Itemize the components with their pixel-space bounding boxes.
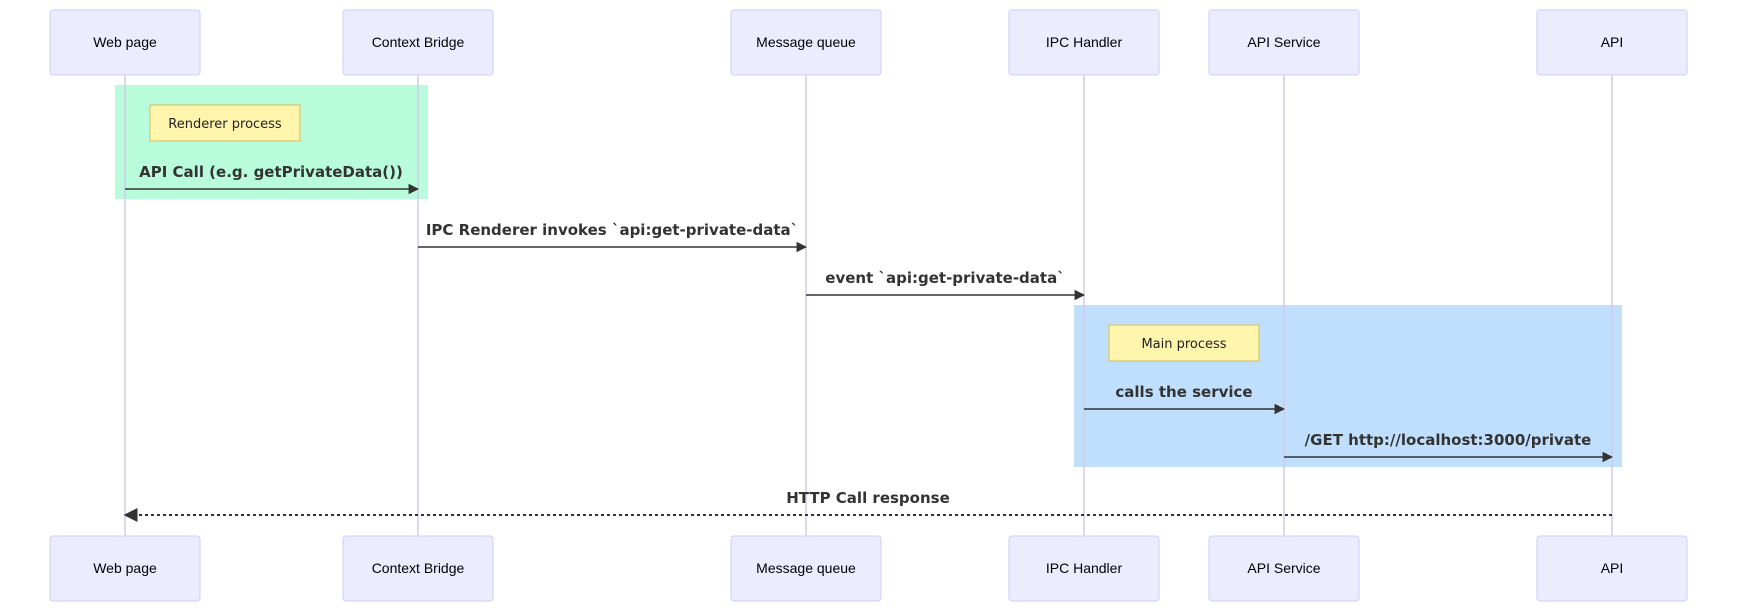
message-label: HTTP Call response (786, 489, 950, 507)
actor-label: API Service (1247, 34, 1320, 50)
actor-bottom-message-queue[interactable]: Message queue (730, 535, 882, 602)
actor-top-webpage[interactable]: Web page (49, 9, 201, 76)
note-label: Renderer process (168, 117, 282, 132)
actor-top-api[interactable]: API (1536, 9, 1688, 76)
actor-label: API Service (1247, 560, 1320, 576)
actor-label: API (1601, 560, 1624, 576)
sequence-diagram: Web page Context Bridge Message queue IP… (49, 9, 1688, 602)
actor-bottom-api[interactable]: API (1536, 535, 1688, 602)
message-label: IPC Renderer invokes `api:get-private-da… (426, 221, 798, 239)
actor-top-ipc-handler[interactable]: IPC Handler (1008, 9, 1160, 76)
message-label: API Call (e.g. getPrivateData()) (139, 163, 403, 181)
actor-bottom-webpage[interactable]: Web page (49, 535, 201, 602)
actor-label: Web page (93, 560, 157, 576)
actor-label: Web page (93, 34, 157, 50)
message-label: calls the service (1115, 383, 1252, 401)
actor-label: Message queue (756, 34, 856, 50)
actor-label: Message queue (756, 560, 856, 576)
group-renderer-process-background (115, 85, 428, 199)
note-main-process: Main process (1108, 324, 1260, 362)
actor-top-api-service[interactable]: API Service (1208, 9, 1360, 76)
actor-bottom-context-bridge[interactable]: Context Bridge (342, 535, 494, 602)
actor-label: Context Bridge (372, 560, 465, 576)
message-label: /GET http://localhost:3000/private (1305, 431, 1592, 449)
message-label: event `api:get-private-data` (825, 269, 1064, 287)
note-label: Main process (1141, 337, 1226, 352)
note-renderer-process: Renderer process (149, 104, 301, 142)
message-http-call-response: HTTP Call response (123, 489, 1612, 522)
actor-label: IPC Handler (1046, 560, 1123, 576)
actor-label: Context Bridge (372, 34, 465, 50)
actor-top-context-bridge[interactable]: Context Bridge (342, 9, 494, 76)
actor-top-message-queue[interactable]: Message queue (730, 9, 882, 76)
actor-bottom-api-service[interactable]: API Service (1208, 535, 1360, 602)
actor-label: API (1601, 34, 1624, 50)
message-ipc-renderer-invokes: IPC Renderer invokes `api:get-private-da… (418, 221, 808, 253)
actor-label: IPC Handler (1046, 34, 1123, 50)
message-event: event `api:get-private-data` (806, 269, 1086, 301)
actor-bottom-ipc-handler[interactable]: IPC Handler (1008, 535, 1160, 602)
